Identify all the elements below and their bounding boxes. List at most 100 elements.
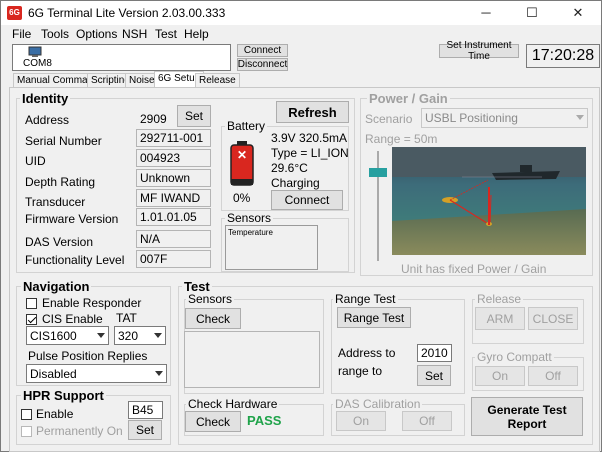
uid-label: UID	[25, 154, 46, 168]
battery-temperature: 29.6°C	[271, 161, 308, 175]
clock-display: 17:20:28	[526, 44, 600, 68]
battery-percent: 0%	[233, 191, 251, 205]
app-window: 6G 6G Terminal Lite Version 2.03.00.333 …	[0, 0, 602, 452]
test-sensors-title: Sensors	[186, 292, 235, 306]
scenario-select[interactable]: USBL Positioning	[421, 108, 588, 128]
identity-title: Identity	[20, 91, 71, 106]
depth-field: Unknown	[136, 169, 211, 187]
set-instrument-time-button[interactable]: Set Instrument Time	[439, 40, 519, 62]
gyro-on-button[interactable]: On	[475, 366, 525, 386]
tat-select[interactable]: 320	[114, 326, 166, 345]
hpr-enable-label: Enable	[36, 407, 74, 421]
minimize-button[interactable]: ─	[463, 1, 509, 25]
pulse-position-select[interactable]: Disabled	[26, 364, 167, 383]
cis-enable-label: CIS Enable	[42, 312, 103, 326]
das-field: N/A	[136, 230, 211, 248]
address-value: 2909	[140, 112, 167, 126]
transducer-field: MF IWAND	[136, 189, 211, 207]
enable-responder-label: Enable Responder	[42, 296, 142, 310]
firmware-field: 1.01.01.05	[136, 208, 211, 226]
range-to-label: range to	[338, 364, 383, 378]
permanently-on-label: Permanently On	[36, 424, 123, 438]
menu-tools[interactable]: Tools	[41, 27, 69, 41]
battery-icon: ✕	[230, 141, 254, 186]
das-off-button[interactable]: Off	[402, 411, 452, 431]
range-test-button[interactable]: Range Test	[337, 307, 411, 328]
battery-connect-button[interactable]: Connect	[271, 190, 343, 210]
app-logo-icon: 6G	[7, 6, 22, 20]
cis-select[interactable]: CIS1600	[26, 326, 109, 345]
das-label: DAS Version	[25, 235, 94, 249]
power-slider-thumb[interactable]	[369, 168, 387, 177]
address-label: Address	[25, 113, 70, 127]
scenario-label: Scenario	[365, 112, 413, 126]
uid-field: 004923	[136, 149, 211, 167]
check-hardware-title: Check Hardware	[186, 397, 280, 411]
sensors-result-list[interactable]	[184, 331, 320, 388]
battery-voltage: 3.9V 320.5mA	[271, 131, 348, 145]
enable-responder-checkbox[interactable]	[26, 298, 37, 309]
functionality-label: Functionality Level	[25, 253, 125, 267]
computer-icon	[28, 46, 42, 57]
refresh-button[interactable]: Refresh	[276, 101, 349, 123]
cis-select-value: CIS1600	[30, 328, 77, 343]
chevron-down-icon	[154, 332, 162, 338]
das-on-button[interactable]: On	[336, 411, 386, 431]
power-gain-title: Power / Gain	[367, 91, 450, 106]
pulse-position-value: Disabled	[30, 366, 77, 381]
das-calibration-title: DAS Calibration	[333, 397, 423, 411]
hpr-enable-checkbox[interactable]	[21, 409, 32, 420]
firmware-label: Firmware Version	[25, 212, 119, 226]
range-test-title: Range Test	[333, 292, 398, 306]
hpr-value-input[interactable]: B45	[128, 401, 163, 419]
battery-title: Battery	[225, 119, 268, 133]
svg-text:✕: ✕	[237, 148, 247, 162]
title-bar: 6G 6G Terminal Lite Version 2.03.00.333 …	[1, 1, 601, 25]
serial-label: Serial Number	[25, 134, 102, 148]
sensor-item[interactable]: Temperature	[228, 228, 273, 237]
permanently-on-checkbox[interactable]	[21, 426, 32, 437]
sensors-list[interactable]: Temperature	[225, 225, 318, 270]
gyro-compatt-title: Gyro Compatt	[475, 350, 554, 364]
transducer-label: Transducer	[25, 195, 86, 209]
scenario-value: USBL Positioning	[425, 111, 518, 125]
generate-test-report-button[interactable]: Generate Test Report	[471, 397, 583, 436]
menu-help[interactable]: Help	[184, 27, 209, 41]
range-set-button[interactable]: Set	[417, 365, 451, 386]
menu-file[interactable]: File	[12, 27, 31, 41]
release-close-button[interactable]: CLOSE	[528, 307, 578, 330]
hpr-support-title: HPR Support	[21, 388, 106, 403]
navigation-title: Navigation	[21, 279, 92, 294]
hardware-pass-status: PASS	[247, 413, 282, 428]
release-title: Release	[475, 292, 524, 306]
range-address-input[interactable]: 2010	[417, 344, 452, 362]
close-button[interactable]: ✕	[555, 1, 601, 25]
connect-button[interactable]: Connect	[237, 44, 288, 57]
arm-button[interactable]: ARM	[475, 307, 525, 330]
battery-status: Charging	[271, 176, 320, 190]
disconnect-button[interactable]: Disconnect	[237, 58, 288, 71]
gyro-off-button[interactable]: Off	[528, 366, 578, 386]
address-to-label: Address to	[338, 346, 396, 360]
chevron-down-icon	[155, 370, 163, 376]
menu-options[interactable]: Options	[76, 27, 117, 41]
hpr-set-button[interactable]: Set	[128, 420, 162, 440]
depth-label: Depth Rating	[25, 175, 96, 189]
cis-enable-checkbox[interactable]	[26, 314, 37, 325]
serial-field: 292711-001	[136, 129, 211, 147]
battery-type: Type = LI_ION	[271, 146, 349, 160]
menu-test[interactable]: Test	[155, 27, 177, 41]
window-title: 6G Terminal Lite Version 2.03.00.333	[28, 6, 226, 20]
tab-release[interactable]: Release	[195, 73, 240, 87]
hardware-check-button[interactable]: Check	[185, 411, 241, 432]
device-name[interactable]: COM8	[23, 58, 52, 69]
tat-label: TAT	[116, 311, 137, 325]
address-set-button[interactable]: Set	[177, 105, 211, 127]
device-list[interactable]: COM8	[12, 44, 231, 71]
menu-nsh[interactable]: NSH	[122, 27, 147, 41]
usbl-scenario-image	[392, 147, 586, 255]
pulse-position-label: Pulse Position Replies	[28, 349, 148, 363]
fixed-power-note: Unit has fixed Power / Gain	[401, 262, 547, 276]
maximize-button[interactable]: ☐	[509, 1, 555, 25]
sensors-check-button[interactable]: Check	[185, 308, 241, 329]
